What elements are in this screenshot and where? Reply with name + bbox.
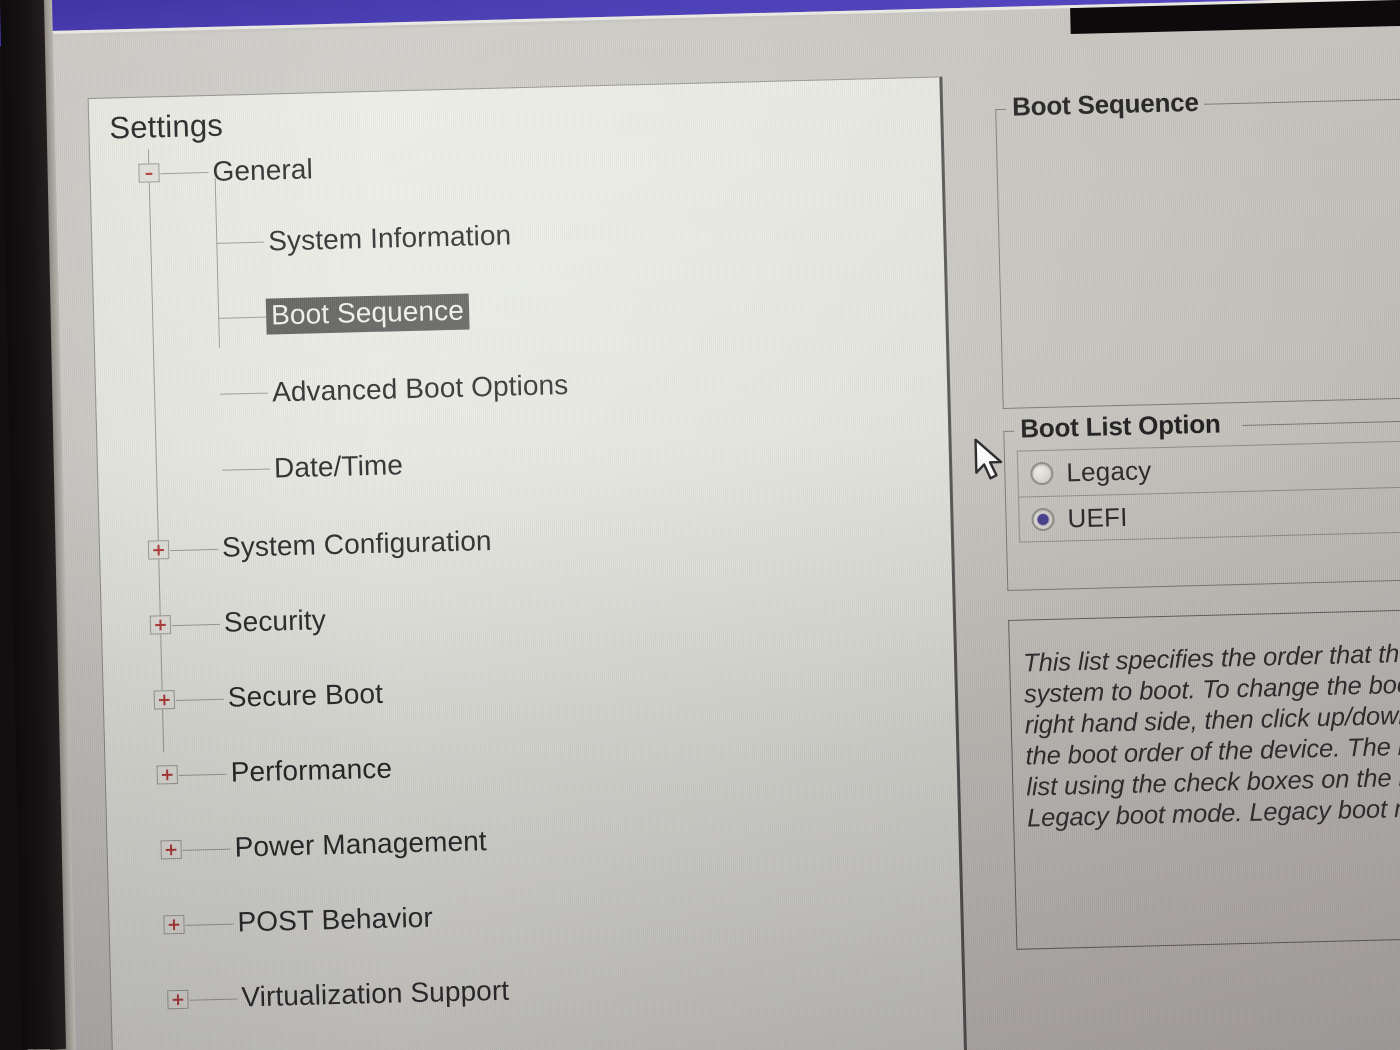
monitor-screen: Settings – General System Information Bo… — [0, 0, 1400, 1050]
tree-item-label-general: General — [212, 153, 314, 187]
expand-plus-icon[interactable]: + — [167, 989, 189, 1010]
groupbox-top-left-rule — [996, 108, 1007, 111]
settings-pane: Settings – General System Information Bo… — [8, 1, 1400, 1050]
page-title: Settings — [108, 107, 224, 146]
tree-item-label-post-behavior: POST Behavior — [237, 901, 434, 938]
boot-list-option-groupbox: Boot List Option Legacy UEFI — [1003, 408, 1400, 591]
plus-glyph: + — [159, 764, 175, 785]
radio-legacy-icon[interactable] — [1030, 461, 1054, 486]
radio-uefi-label: UEFI — [1067, 501, 1128, 533]
boot-sequence-detail-pane: Boot Sequence Boot List Option Legacy UE… — [994, 61, 1400, 1050]
settings-tree[interactable]: – General System Information Boot Sequen… — [104, 136, 938, 1012]
plus-glyph: + — [163, 839, 179, 860]
tree-connector — [160, 172, 209, 175]
expand-plus-icon[interactable]: + — [156, 764, 178, 785]
plus-glyph: + — [170, 989, 186, 1010]
tree-connector — [189, 998, 238, 1001]
tree-connector — [178, 773, 227, 776]
settings-tree-panel[interactable]: Settings – General System Information Bo… — [87, 76, 970, 1050]
groupbox-top-left-rule — [1004, 430, 1015, 432]
photographed-monitor: Settings – General System Information Bo… — [0, 0, 1400, 1050]
boot-sequence-legend: Boot Sequence — [1011, 86, 1200, 122]
radio-uefi-icon[interactable] — [1031, 507, 1055, 531]
groupbox-top-right-rule — [1242, 417, 1400, 426]
help-description-text: This list specifies the order that the B… — [1023, 631, 1400, 835]
radio-dot — [1037, 513, 1049, 525]
expand-plus-icon[interactable]: + — [160, 839, 182, 860]
collapse-minus-icon[interactable]: – — [138, 162, 160, 184]
minus-glyph: – — [144, 162, 154, 184]
tree-item-label-performance: Performance — [230, 752, 393, 788]
boot-list-option-radio-group[interactable]: Legacy UEFI — [1016, 437, 1400, 543]
tree-item-label-virtualization-support: Virtualization Support — [241, 974, 510, 1013]
tree-item-label-power-management: Power Management — [234, 825, 488, 863]
groupbox-top-right-rule — [1204, 95, 1400, 105]
boot-list-option-legend: Boot List Option — [1019, 408, 1221, 444]
tree-connector — [185, 923, 234, 926]
tree-connector — [182, 848, 231, 851]
radio-legacy-label: Legacy — [1066, 455, 1152, 488]
plus-glyph: + — [166, 914, 182, 935]
boot-sequence-groupbox: Boot Sequence — [995, 87, 1400, 409]
expand-plus-icon[interactable]: + — [163, 914, 185, 935]
help-description-box: This list specifies the order that the B… — [1008, 605, 1400, 950]
